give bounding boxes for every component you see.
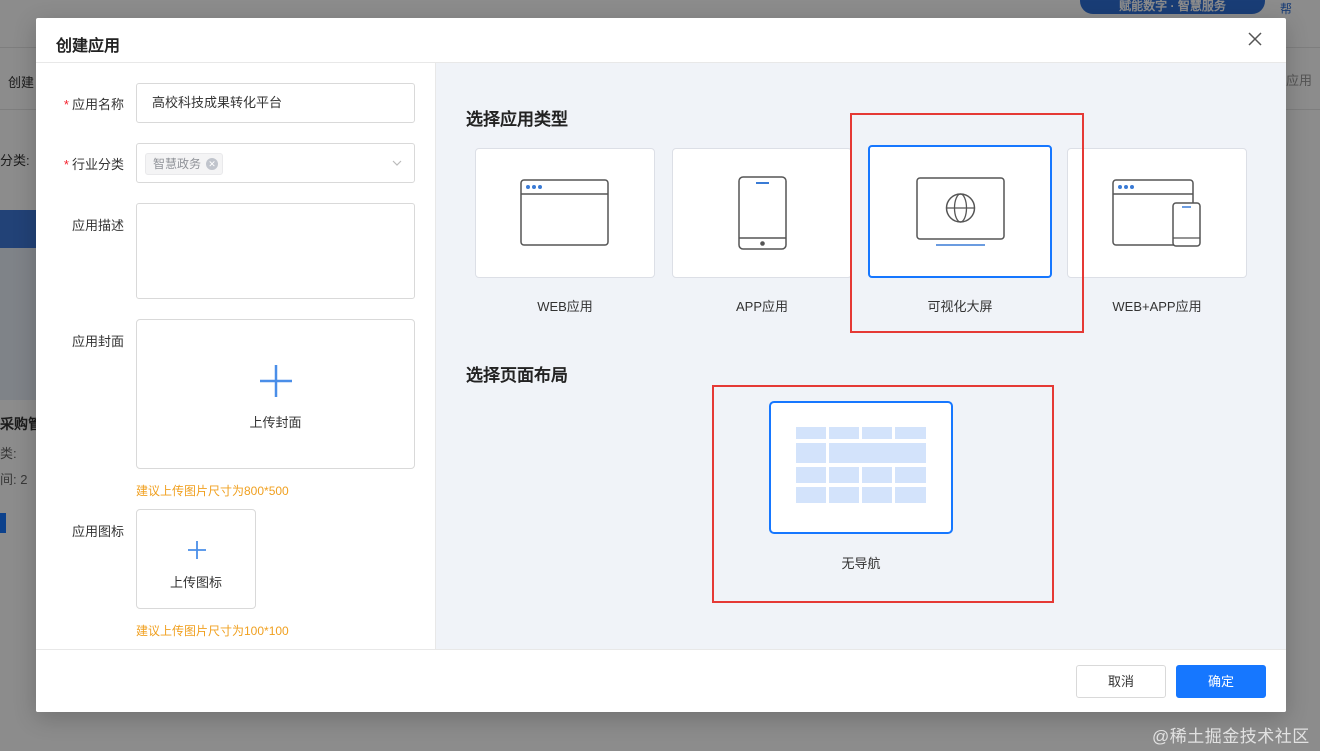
plus-icon: [260, 365, 292, 397]
cancel-button[interactable]: 取消: [1076, 665, 1166, 698]
chevron-down-icon: [392, 160, 402, 166]
icon-upload[interactable]: 上传图标: [136, 509, 256, 609]
browser-mobile-icon: [1112, 179, 1201, 247]
form-pane: * 应用名称 高校科技成果转化平台 * 行业分类 智慧政务 ✕ 应用描述 应用封面 …: [36, 63, 436, 649]
type-selection-pane: 选择应用类型 WEB应用 APP应用 可视化大屏 WEB+APP应用 选择页面布…: [436, 63, 1286, 649]
industry-label: * 行业分类: [63, 157, 124, 172]
cover-upload-text: 上传封面: [249, 415, 302, 430]
confirm-button[interactable]: 确定: [1176, 665, 1266, 698]
name-label: * 应用名称: [63, 97, 124, 112]
app-type-web-app-label: WEB+APP应用: [1112, 299, 1202, 314]
description-textarea[interactable]: [136, 203, 415, 299]
description-label: 应用描述: [71, 218, 124, 233]
app-type-web-app[interactable]: [1067, 148, 1247, 278]
app-type-app[interactable]: [672, 148, 852, 278]
mobile-phone-icon: [738, 176, 787, 250]
app-type-web[interactable]: [475, 148, 655, 278]
dialog-header: 创建应用: [36, 18, 1286, 63]
tag-remove-icon[interactable]: ✕: [206, 158, 219, 170]
cover-upload[interactable]: 上传封面: [136, 319, 415, 469]
plus-icon: [188, 541, 206, 559]
create-app-dialog: 创建应用 * 应用名称 高校科技成果转化平台 * 行业分类 智慧政务 ✕ 应用描述 …: [36, 18, 1286, 712]
app-type-app-label: APP应用: [735, 299, 788, 314]
icon-upload-text: 上传图标: [169, 575, 222, 590]
name-input[interactable]: 高校科技成果转化平台: [136, 83, 415, 123]
highlight-box-app-type: [850, 113, 1084, 333]
icon-label: 应用图标: [71, 524, 124, 539]
app-type-web-label: WEB应用: [537, 299, 593, 314]
highlight-box-layout: [712, 385, 1054, 603]
industry-tag: 智慧政务 ✕: [145, 153, 224, 175]
page-layout-section-title: 选择页面布局: [466, 366, 568, 385]
browser-window-icon: [520, 179, 609, 246]
close-icon[interactable]: [1244, 28, 1266, 50]
dialog-footer: 取消 确定: [36, 649, 1286, 712]
dialog-title: 创建应用: [56, 38, 121, 55]
required-mark: *: [63, 157, 69, 172]
icon-hint: 建议上传图片尺寸为100*100: [136, 624, 289, 638]
cover-label: 应用封面: [71, 334, 124, 349]
app-type-section-title: 选择应用类型: [466, 110, 568, 129]
required-mark: *: [63, 97, 69, 112]
watermark: @稀土掘金技术社区: [1152, 727, 1310, 746]
industry-select[interactable]: 智慧政务 ✕: [136, 143, 415, 183]
cover-hint: 建议上传图片尺寸为800*500: [136, 484, 289, 498]
industry-tag-label: 智慧政务: [153, 157, 202, 171]
